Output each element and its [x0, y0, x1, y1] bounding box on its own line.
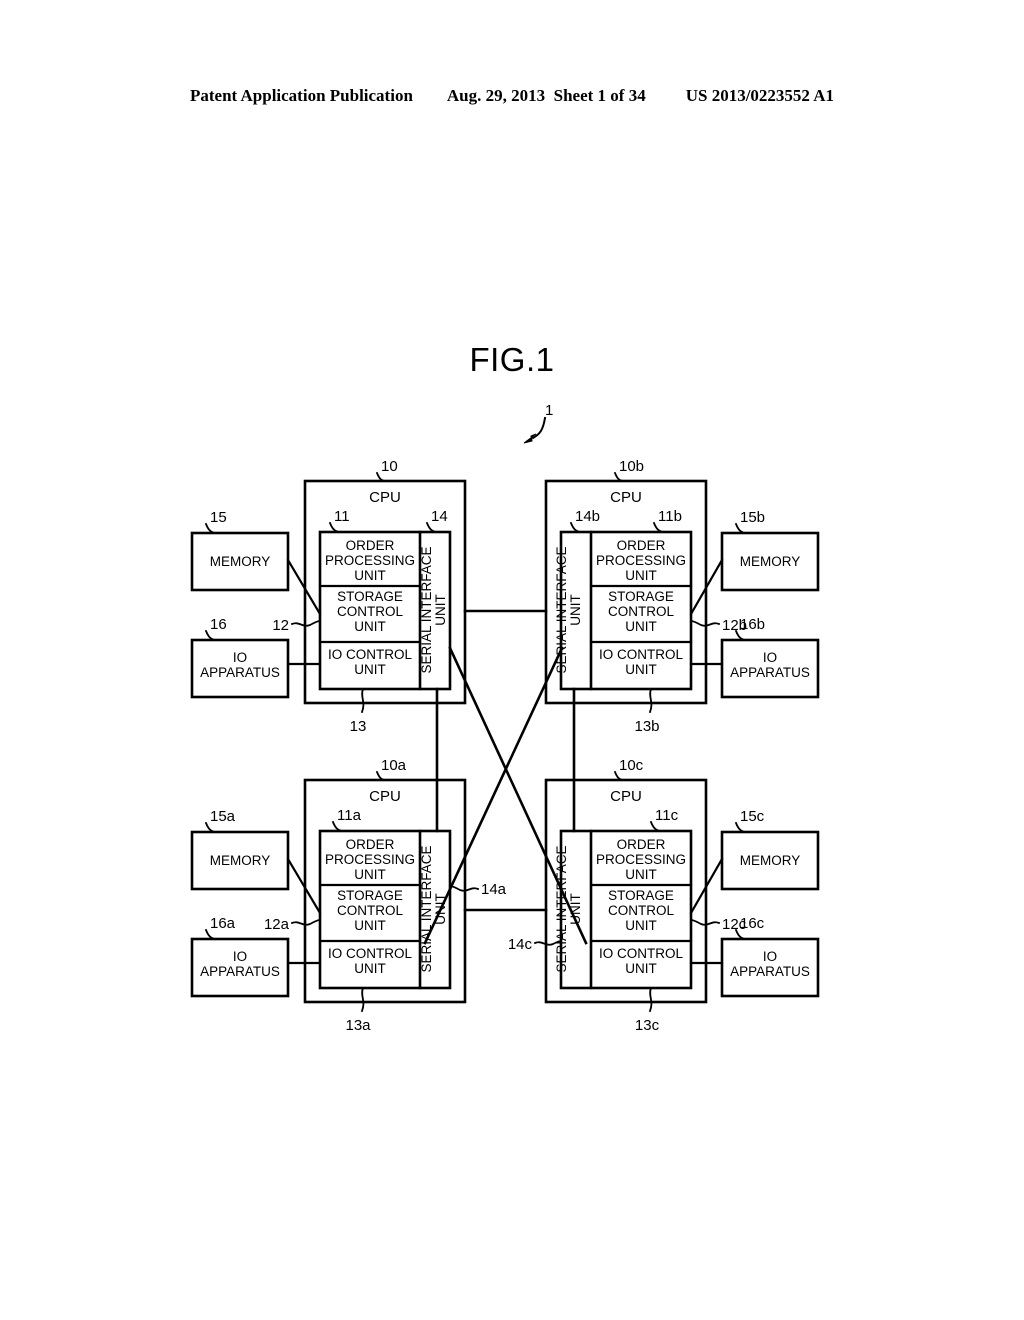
- opu-line2-tl: PROCESSING: [325, 553, 415, 568]
- siu-line2-br: UNIT: [568, 893, 583, 925]
- siu-line1-tl: SERIAL INTERFACE: [419, 546, 434, 673]
- siu-line2-tl: UNIT: [433, 594, 448, 626]
- iocu-line1-bl: IO CONTROL: [328, 946, 412, 961]
- siu-line1-bl: SERIAL INTERFACE: [419, 845, 434, 972]
- ref-16: 16: [210, 616, 227, 633]
- ref-11b: 11b: [658, 508, 682, 525]
- ref-12a: 12a: [264, 916, 290, 933]
- ref-15: 15: [210, 509, 227, 526]
- scu-line1-br: STORAGE: [608, 888, 674, 903]
- ref-10b: 10b: [619, 458, 644, 475]
- ref-16a: 16a: [210, 915, 236, 932]
- opu-line2-tr: PROCESSING: [596, 553, 686, 568]
- siu-line2-bl: UNIT: [433, 893, 448, 925]
- iocu-line2-tr: UNIT: [625, 662, 657, 677]
- ref-system-1: 1: [545, 402, 553, 419]
- opu-line1-bl: ORDER: [346, 837, 395, 852]
- ref-14b: 14b: [575, 508, 600, 525]
- leader-13: [360, 687, 365, 714]
- opu-line2-br: PROCESSING: [596, 852, 686, 867]
- opu-line3-tr: UNIT: [625, 568, 657, 583]
- io-line2-tr: APPARATUS: [730, 665, 810, 680]
- ref-14a: 14a: [481, 881, 507, 898]
- io-line1-bl: IO: [233, 949, 247, 964]
- ref-13c: 13c: [635, 1017, 660, 1034]
- ref-15a: 15a: [210, 808, 236, 825]
- io-line1-br: IO: [763, 949, 777, 964]
- cpu-title-tl: CPU: [369, 489, 401, 506]
- opu-line3-br: UNIT: [625, 867, 657, 882]
- leader-13b: [648, 687, 653, 714]
- iocu-line1-tl: IO CONTROL: [328, 647, 412, 662]
- opu-line2-bl: PROCESSING: [325, 852, 415, 867]
- ref-13b: 13b: [634, 718, 659, 735]
- ref-12: 12: [272, 617, 289, 634]
- iocu-line2-tl: UNIT: [354, 662, 386, 677]
- scu-line1-tr: STORAGE: [608, 589, 674, 604]
- figure-1-diagram: 1 CPU ORDER PROCESSING UNIT STORAGE CONT…: [190, 402, 820, 1034]
- ref-15b: 15b: [740, 509, 765, 526]
- ref-14c: 14c: [508, 936, 533, 953]
- cpu-title-br: CPU: [610, 788, 642, 805]
- siu-line2-tr: UNIT: [568, 594, 583, 626]
- scu-line2-br: CONTROL: [608, 903, 674, 918]
- ref-13a: 13a: [345, 1017, 371, 1034]
- leader-13a: [360, 986, 365, 1013]
- scu-line1-bl: STORAGE: [337, 888, 403, 903]
- cpu-title-bl: CPU: [369, 788, 401, 805]
- scu-line2-tl: CONTROL: [337, 604, 403, 619]
- memory-label-br: MEMORY: [740, 853, 801, 868]
- io-line2-bl: APPARATUS: [200, 964, 280, 979]
- ref-14: 14: [431, 508, 448, 525]
- ref-15c: 15c: [740, 808, 765, 825]
- ref-16c: 16c: [740, 915, 765, 932]
- io-line2-tl: APPARATUS: [200, 665, 280, 680]
- system-leader-arrowhead: [523, 433, 537, 444]
- opu-line1-tl: ORDER: [346, 538, 395, 553]
- opu-line1-br: ORDER: [617, 837, 666, 852]
- siu-line1-tr: SERIAL INTERFACE: [554, 546, 569, 673]
- io-line2-br: APPARATUS: [730, 964, 810, 979]
- scu-line3-bl: UNIT: [354, 918, 386, 933]
- scu-line3-tl: UNIT: [354, 619, 386, 634]
- ref-11: 11: [334, 508, 350, 525]
- io-line1-tr: IO: [763, 650, 777, 665]
- opu-line3-bl: UNIT: [354, 867, 386, 882]
- siu-line1-br: SERIAL INTERFACE: [554, 845, 569, 972]
- ref-16b: 16b: [740, 616, 765, 633]
- ref-10: 10: [381, 458, 398, 475]
- memory-label-tr: MEMORY: [740, 554, 801, 569]
- scu-line3-tr: UNIT: [625, 619, 657, 634]
- memory-label-tl: MEMORY: [210, 554, 271, 569]
- opu-line1-tr: ORDER: [617, 538, 666, 553]
- ref-11c: 11c: [655, 807, 679, 824]
- iocu-line2-br: UNIT: [625, 961, 657, 976]
- cpu-title-tr: CPU: [610, 489, 642, 506]
- patent-page: Patent Application Publication Aug. 29, 2…: [0, 0, 1024, 1320]
- iocu-line1-br: IO CONTROL: [599, 946, 683, 961]
- io-line1-tl: IO: [233, 650, 247, 665]
- memory-label-bl: MEMORY: [210, 853, 271, 868]
- scu-line2-bl: CONTROL: [337, 903, 403, 918]
- iocu-line2-bl: UNIT: [354, 961, 386, 976]
- ref-11a: 11a: [337, 807, 362, 824]
- ref-10a: 10a: [381, 757, 407, 774]
- scu-line3-br: UNIT: [625, 918, 657, 933]
- leader-13c: [648, 986, 653, 1013]
- ref-13: 13: [350, 718, 367, 735]
- ref-10c: 10c: [619, 757, 644, 774]
- scu-line2-tr: CONTROL: [608, 604, 674, 619]
- scu-line1-tl: STORAGE: [337, 589, 403, 604]
- iocu-line1-tr: IO CONTROL: [599, 647, 683, 662]
- opu-line3-tl: UNIT: [354, 568, 386, 583]
